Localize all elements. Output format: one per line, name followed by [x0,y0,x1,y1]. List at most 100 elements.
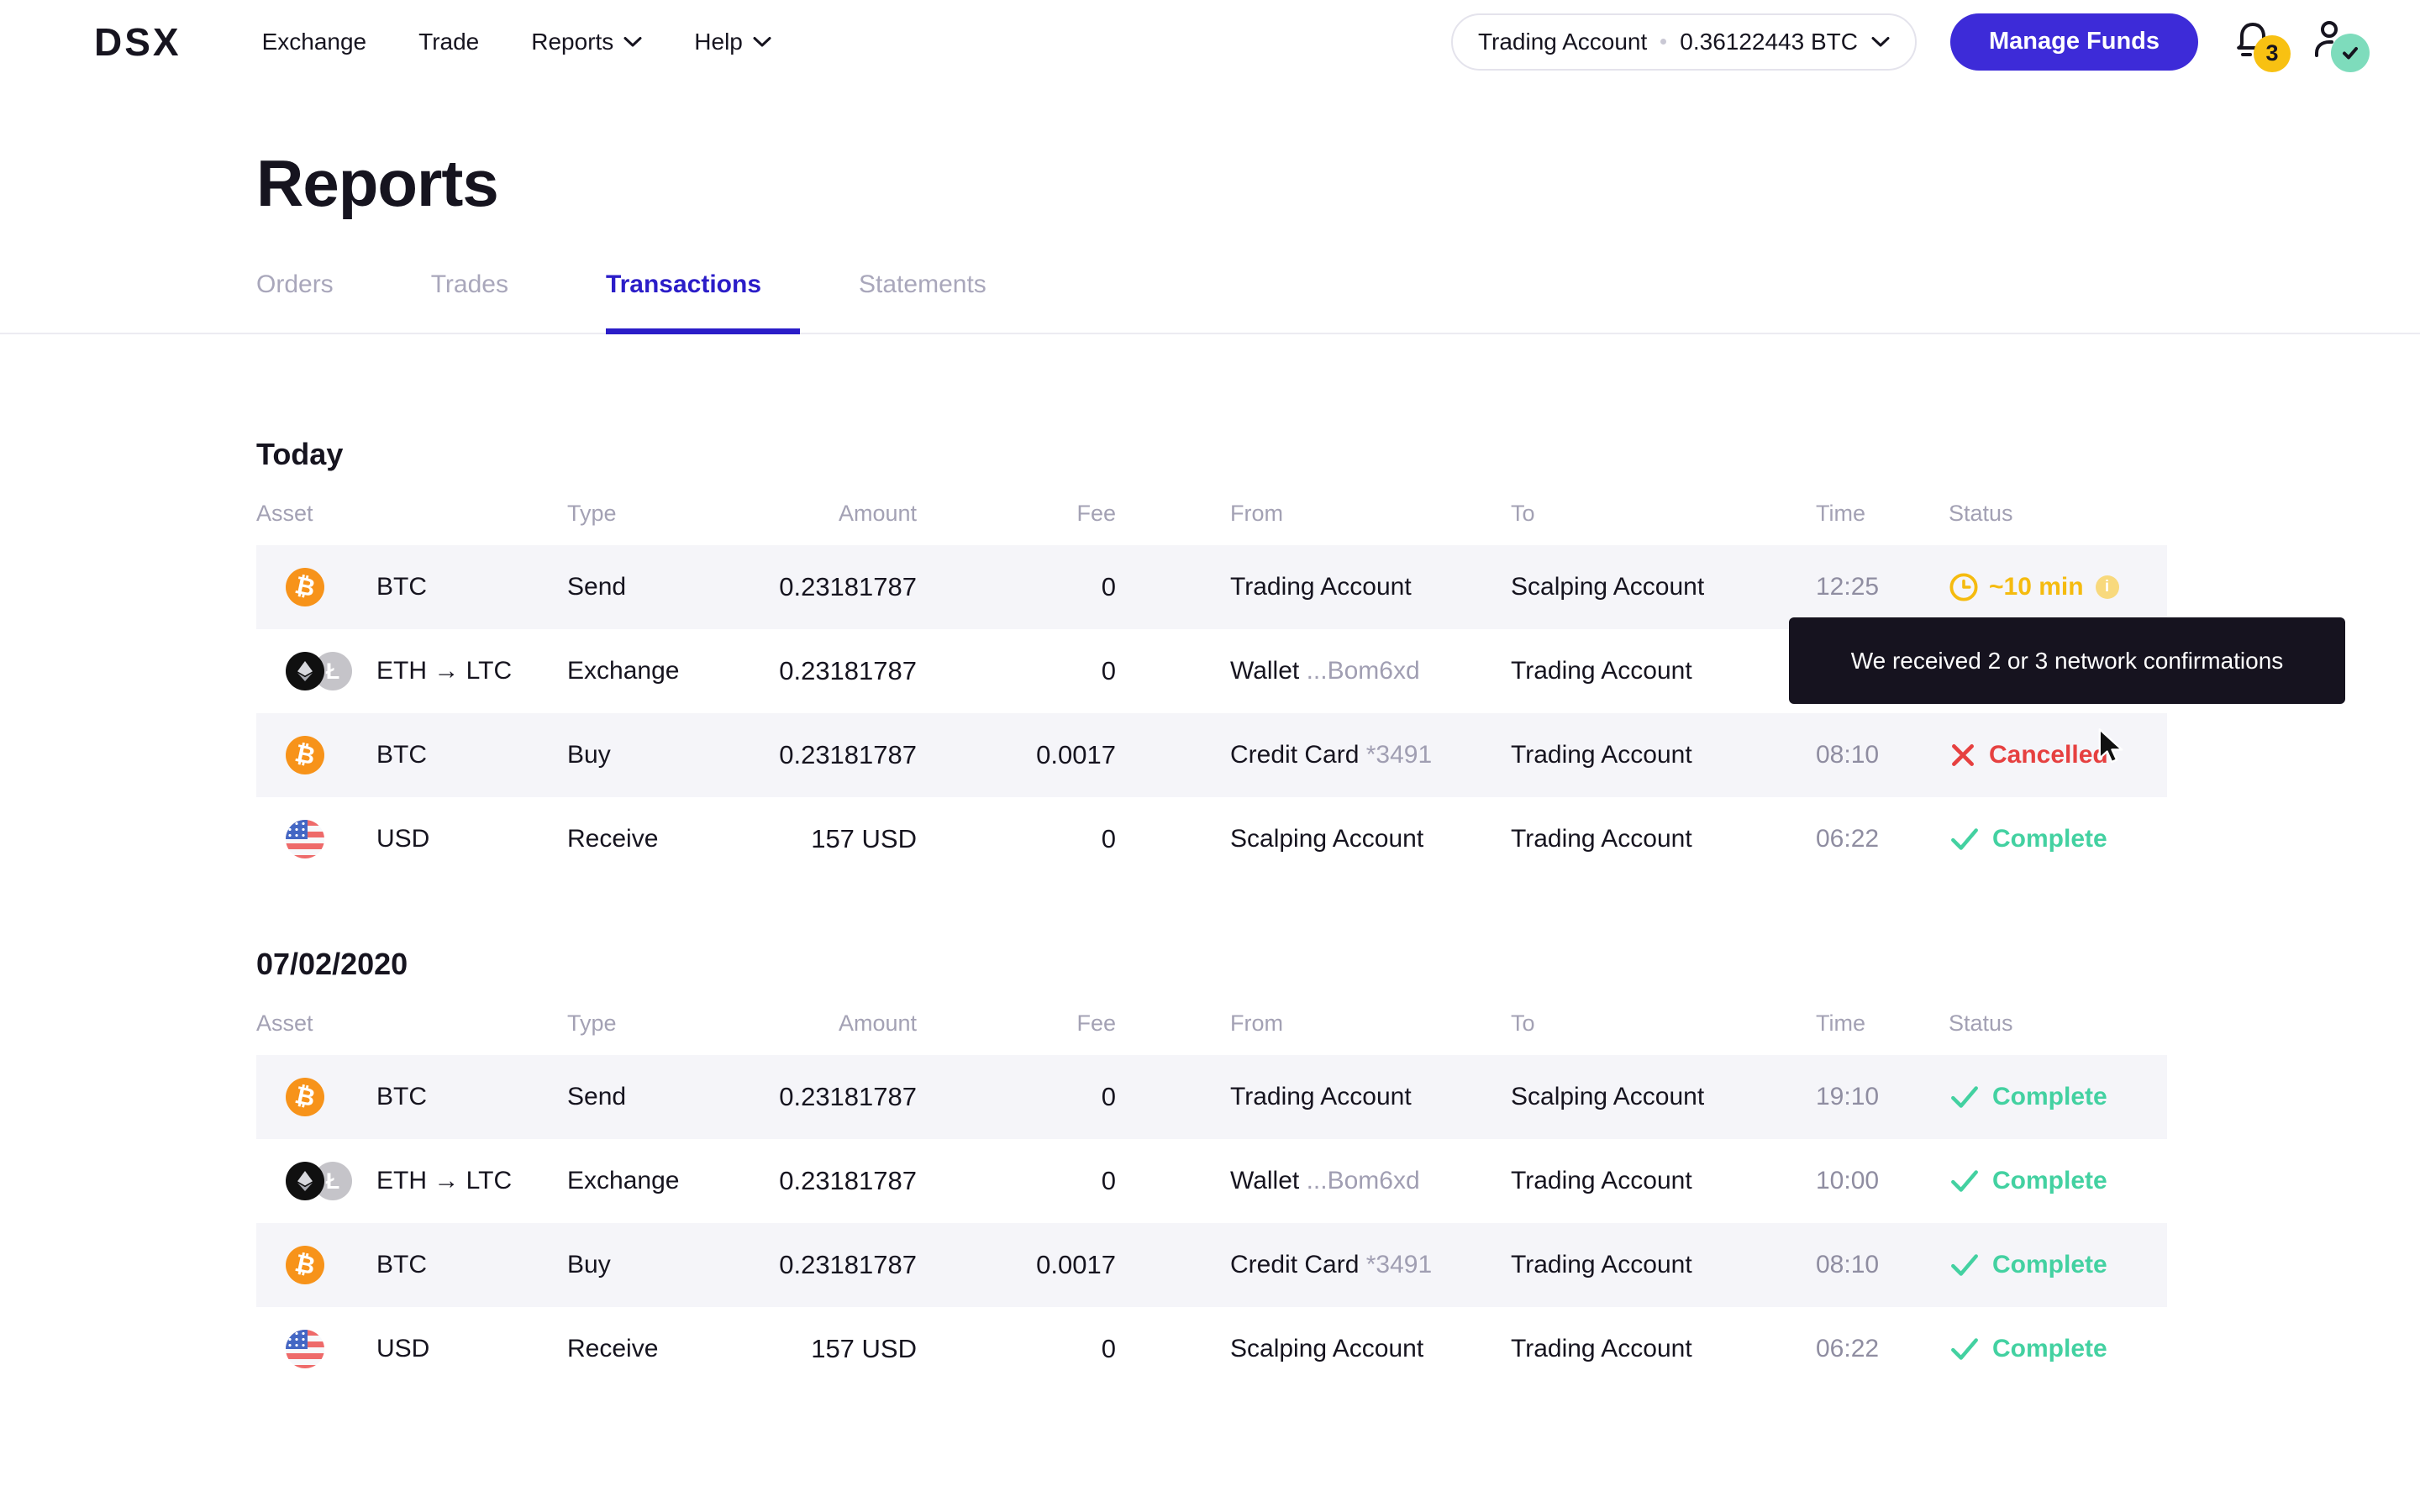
from-cell: Wallet ...Bom6xd [1116,657,1511,685]
account-selector[interactable]: Trading Account 0.36122443 BTC [1451,13,1917,71]
col-header-amount: Amount [745,501,917,527]
account-name: Trading Account [1478,29,1647,55]
status-cell: Complete [1949,1083,2167,1111]
eth-icon [286,1162,324,1200]
network-confirmations-tooltip: We received 2 or 3 network confirmations [1789,617,2345,704]
col-header-type: Type [567,1011,745,1037]
type-cell: Buy [567,1251,745,1279]
fee-cell: 0 [917,656,1116,686]
check-icon [1949,1167,1981,1195]
fee-cell: 0 [917,1166,1116,1196]
status-pending: ~10 min i [1949,572,2119,602]
col-header-asset: Asset [256,501,567,527]
to-cell: Trading Account [1511,657,1816,685]
reports-page: DSX Exchange Trade Reports Help Trading … [0,0,2420,1512]
section-07-02-2020: 07/02/2020 Asset Type Amount Fee From To… [256,947,2420,1391]
profile-button[interactable] [2309,18,2353,66]
type-cell: Buy [567,741,745,769]
to-cell: Trading Account [1511,1167,1816,1195]
time-cell: 06:22 [1816,1335,1949,1363]
status-label: Cancelled [1989,741,2108,769]
fee-cell: 0 [917,824,1116,854]
tab-transactions[interactable]: Transactions [606,270,800,333]
status-label: Complete [1992,1335,2107,1363]
status-label: Complete [1992,1083,2107,1111]
top-nav: DSX Exchange Trade Reports Help Trading … [0,0,2420,83]
clock-icon [1949,572,1979,602]
asset-label: BTC [376,1083,427,1111]
asset-icon-pair: Ł [286,652,352,690]
col-header-to: To [1511,1011,1816,1037]
nav-item-trade[interactable]: Trade [418,29,479,55]
verified-badge [2331,34,2370,72]
col-header-to: To [1511,501,1816,527]
col-header-asset: Asset [256,1011,567,1037]
to-cell: Trading Account [1511,741,1816,769]
notifications-button[interactable]: 3 [2232,18,2275,66]
table-body: ₿ BTC Send 0.23181787 0 Trading Account … [256,545,2420,881]
from-cell: Credit Card *3491 [1116,1251,1511,1279]
table-row: ₿ BTC Send 0.23181787 0 Trading Account … [256,1055,2167,1139]
from-cell: Scalping Account [1116,825,1511,853]
btc-icon: ₿ [286,1078,324,1116]
time-cell: 06:22 [1816,825,1949,853]
tab-statements[interactable]: Statements [859,270,1025,333]
nav-item-label: Reports [531,29,613,55]
btc-icon: ₿ [286,736,324,774]
amount-cell: 0.23181787 [745,1250,917,1280]
chevron-down-icon [1871,36,1890,48]
status-cell: Complete [1949,1167,2167,1195]
info-icon[interactable]: i [2096,575,2119,599]
tab-trades[interactable]: Trades [431,270,547,333]
dsx-logo[interactable]: DSX [94,19,182,65]
status-complete: Complete [1949,1083,2107,1111]
table-row: ₿ BTC Send 0.23181787 0 Trading Account … [256,545,2167,629]
usd-flag-icon [286,820,324,858]
asset-label: ETH → LTC [376,657,512,685]
status-complete: Complete [1949,1251,2107,1279]
nav-right-cluster: Trading Account 0.36122443 BTC Manage Fu… [1451,13,2353,71]
usd-flag-icon [286,1330,324,1368]
type-cell: Exchange [567,657,745,685]
nav-item-exchange[interactable]: Exchange [262,29,367,55]
type-cell: Receive [567,825,745,853]
asset-icon-pair: Ł [286,1162,352,1200]
from-cell: Wallet ...Bom6xd [1116,1167,1511,1195]
section-title: Today [256,437,2420,472]
time-cell: 19:10 [1816,1083,1949,1111]
nav-item-label: Exchange [262,29,367,55]
main-menu: Exchange Trade Reports Help [262,29,771,55]
fee-cell: 0 [917,572,1116,602]
section-title: 07/02/2020 [256,947,2420,982]
amount-cell: 0.23181787 [745,572,917,602]
time-cell: 08:10 [1816,1251,1949,1279]
table-header: Asset Type Amount Fee From To Time Statu… [256,1011,2167,1037]
asset-label: BTC [376,741,427,769]
asset-label: BTC [376,1251,427,1279]
manage-funds-button[interactable]: Manage Funds [1950,13,2198,71]
btc-icon: ₿ [286,568,324,606]
type-cell: Send [567,1083,745,1111]
nav-item-reports[interactable]: Reports [531,29,642,55]
to-cell: Trading Account [1511,825,1816,853]
asset-label: ETH → LTC [376,1167,512,1195]
col-header-amount: Amount [745,1011,917,1037]
eth-icon [286,652,324,690]
status-cell: Complete [1949,1335,2167,1363]
nav-item-help[interactable]: Help [694,29,771,55]
status-label: ~10 min [1989,573,2084,601]
status-complete: Complete [1949,1167,2107,1195]
type-cell: Send [567,573,745,601]
col-header-status: Status [1949,501,2167,527]
tab-orders[interactable]: Orders [256,270,372,333]
time-cell: 12:25 [1816,573,1949,601]
table-row: ₿ BTC Buy 0.23181787 0.0017 Credit Card … [256,713,2167,797]
from-cell: Credit Card *3491 [1116,741,1511,769]
account-balance: 0.36122443 BTC [1680,29,1858,55]
nav-item-label: Help [694,29,743,55]
separator-dot [1660,39,1666,45]
asset-label: USD [376,825,429,853]
amount-cell: 157 USD [745,824,917,854]
fee-cell: 0.0017 [917,740,1116,770]
check-icon [1949,825,1981,853]
